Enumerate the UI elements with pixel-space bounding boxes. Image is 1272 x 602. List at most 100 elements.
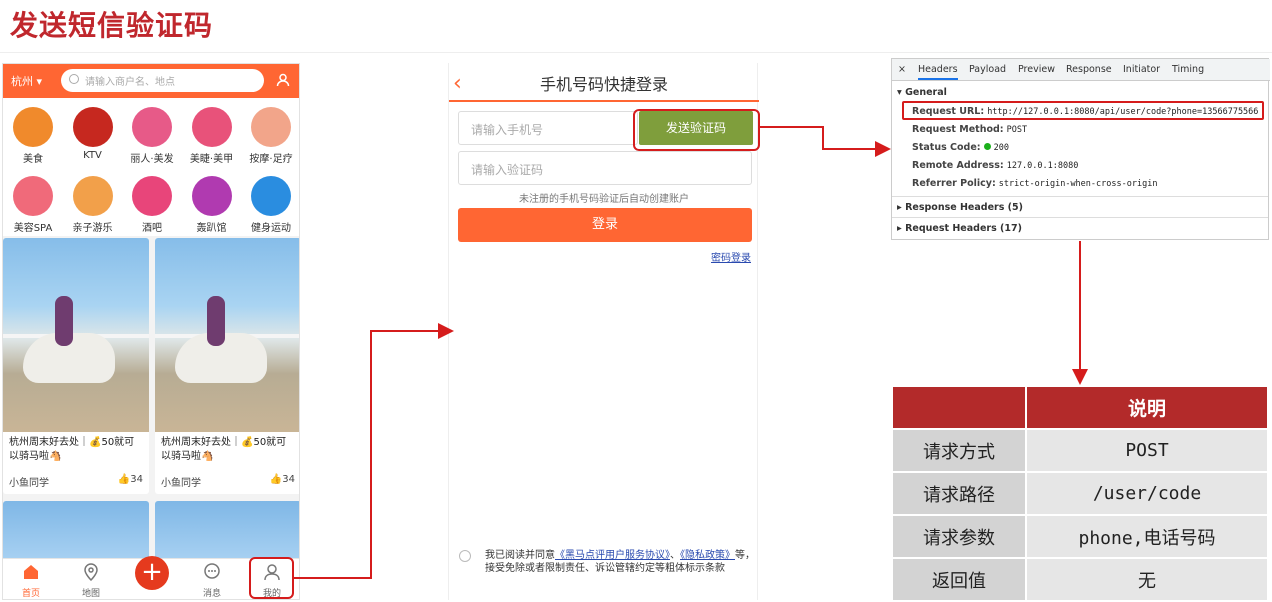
tab-map[interactable]: 地图 <box>66 563 116 599</box>
tab-initiator[interactable]: Initiator <box>1123 64 1160 75</box>
category-label: KTV <box>83 150 102 161</box>
card-author: 小鱼同学 <box>161 478 201 489</box>
agree-separator: 、 <box>670 550 680 561</box>
divider <box>892 196 1268 197</box>
category-item[interactable]: 亲子游乐 <box>64 170 122 236</box>
agreement-text: 我已阅读并同意《黑马点评用户服务协议》、《隐私政策》等，接受免除或者限制责任、诉… <box>459 549 755 575</box>
status-ok-dot-icon <box>983 143 991 150</box>
add-button[interactable]: + <box>135 556 169 590</box>
feed-card[interactable]: 杭州周末好去处｜💰50就可以骑马啦🐴 小鱼同学 👍34 <box>3 238 149 494</box>
category-label: 轰趴馆 <box>196 223 227 234</box>
feed: 杭州周末好去处｜💰50就可以骑马啦🐴 小鱼同学 👍34 杭州周末好去处｜💰50就可以骑… <box>3 238 299 561</box>
close-icon[interactable]: × <box>898 64 906 75</box>
tab-timing[interactable]: Timing <box>1172 64 1204 75</box>
search-placeholder: 请输入商户名、地点 <box>85 77 175 88</box>
card-meta: 小鱼同学 👍34 <box>155 474 299 494</box>
category-item[interactable]: 轰趴馆 <box>183 170 241 236</box>
search-input[interactable]: 请输入商户名、地点 <box>61 69 264 92</box>
category-item[interactable]: 酒吧 <box>123 170 181 236</box>
category-label: 美睫·美甲 <box>189 154 234 165</box>
category-item[interactable]: 按摩·足疗 <box>242 101 299 167</box>
status-code-row: Status Code: 200 <box>912 142 1009 153</box>
category-icon <box>132 107 172 147</box>
agree-prefix: 我已阅读并同意 <box>485 550 555 561</box>
service-agreement-link[interactable]: 《黑马点评用户服务协议》 <box>555 550 670 561</box>
user-icon[interactable] <box>276 73 290 87</box>
table-header-cell: 说明 <box>1025 385 1269 430</box>
referrer-policy-row: Referrer Policy: strict-origin-when-cros… <box>912 178 1157 189</box>
category-icon <box>132 176 172 216</box>
table-label-cell: 返回值 <box>891 557 1027 602</box>
category-label: 丽人·美发 <box>130 154 174 165</box>
login-button[interactable]: 登录 <box>458 208 752 242</box>
map-pin-icon <box>84 563 98 582</box>
row-key: Referrer Policy: <box>912 178 996 189</box>
tab-headers[interactable]: Headers <box>918 64 958 80</box>
page-title: 手机号码快捷登录 <box>539 75 668 94</box>
card-author: 小鱼同学 <box>9 478 49 489</box>
response-headers-toggle[interactable]: ▸ Response Headers (5) <box>897 202 1023 213</box>
category-item[interactable]: 美睫·美甲 <box>183 101 241 167</box>
category-item[interactable]: 健身运动 <box>242 170 299 236</box>
category-label: 美容SPA <box>13 223 53 234</box>
code-input[interactable]: 请输入验证码 <box>458 151 752 185</box>
response-headers-label: Response Headers (5) <box>905 202 1023 213</box>
feed-card[interactable] <box>3 501 149 561</box>
row-key: Status Code: <box>912 142 981 153</box>
card-likes[interactable]: 👍34 <box>118 474 143 485</box>
table-label-cell: 请求参数 <box>891 514 1027 559</box>
row-value: 127.0.0.1:8080 <box>1006 161 1079 171</box>
row-value: 200 <box>993 143 1009 153</box>
general-section-toggle[interactable]: ▾ General <box>897 87 947 98</box>
card-photo <box>3 238 149 432</box>
request-headers-label: Request Headers (17) <box>905 223 1022 234</box>
privacy-policy-link[interactable]: 《隐私政策》 <box>680 550 735 561</box>
request-headers-toggle[interactable]: ▸ Request Headers (17) <box>897 223 1022 234</box>
divider <box>892 217 1268 218</box>
search-icon <box>69 74 79 84</box>
category-label: 按摩·足疗 <box>249 154 293 165</box>
tab-home[interactable]: 首页 <box>6 563 56 599</box>
tab-payload[interactable]: Payload <box>969 64 1006 75</box>
category-icon <box>72 107 113 147</box>
table-label-cell: 请求路径 <box>891 471 1027 516</box>
register-hint: 未注册的手机号码验证后自动创建账户 <box>519 194 689 205</box>
category-item[interactable]: KTV <box>64 101 122 167</box>
category-label: 酒吧 <box>142 223 162 234</box>
remote-address-row: Remote Address: 127.0.0.1:8080 <box>912 160 1078 171</box>
card-title: 杭州周末好去处｜💰50就可以骑马啦🐴 <box>161 437 287 462</box>
table-value-cell: 无 <box>1025 557 1269 602</box>
tab-map-label: 地图 <box>81 589 100 599</box>
home-icon <box>24 565 38 579</box>
table-header-cell <box>891 385 1027 430</box>
tab-preview[interactable]: Preview <box>1018 64 1055 75</box>
slide-title: 发送短信验证码 <box>10 9 214 42</box>
card-likes[interactable]: 👍34 <box>270 474 295 485</box>
table-row: 请求路径/user/code <box>891 471 1269 516</box>
category-icon <box>13 107 53 147</box>
category-item[interactable]: 美食 <box>4 101 62 167</box>
city-selector[interactable]: 杭州 ▾ <box>11 73 42 89</box>
feed-card[interactable]: 杭州周末好去处｜💰50就可以骑马啦🐴 小鱼同学 👍34 <box>155 238 299 494</box>
card-meta: 小鱼同学 👍34 <box>3 474 149 494</box>
category-item[interactable]: 美容SPA <box>4 170 62 236</box>
card-like-count: 34 <box>130 474 143 485</box>
category-label: 美食 <box>23 154 43 165</box>
tab-messages[interactable]: 消息 <box>187 563 237 599</box>
phone-input[interactable]: 请输入手机号 <box>458 111 638 145</box>
category-item[interactable]: 丽人·美发 <box>123 101 181 167</box>
category-icon <box>72 176 113 216</box>
password-login-link[interactable]: 密码登录 <box>711 249 751 264</box>
me-tab-highlight <box>249 557 294 599</box>
table-value-cell: /user/code <box>1025 471 1269 516</box>
feed-card[interactable] <box>155 501 299 561</box>
row-value: strict-origin-when-cross-origin <box>998 179 1158 189</box>
tab-response[interactable]: Response <box>1066 64 1112 75</box>
category-icon <box>191 107 232 147</box>
table-row: 返回值无 <box>891 557 1269 602</box>
chat-icon <box>204 563 220 579</box>
category-icon <box>13 176 53 216</box>
home-header: 杭州 ▾ 请输入商户名、地点 <box>3 64 299 98</box>
category-grid: 美食 KTV 丽人·美发 美睫·美甲 按摩·足疗美容SPA 亲子游乐 酒吧 轰趴馆 健身运动 <box>3 98 299 236</box>
general-label: General <box>905 87 947 98</box>
